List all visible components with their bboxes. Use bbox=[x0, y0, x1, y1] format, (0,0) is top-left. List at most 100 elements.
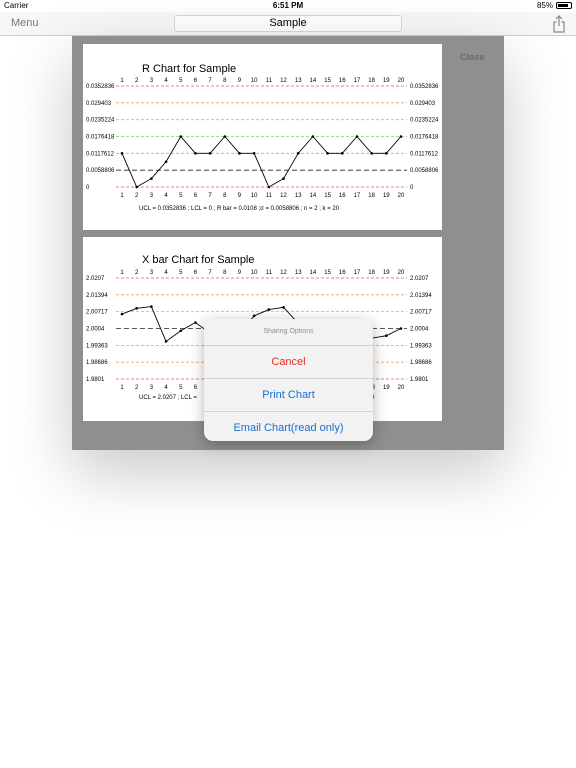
battery-icon bbox=[556, 2, 572, 9]
r-data-point bbox=[340, 152, 344, 155]
sharing-options-header: Sharing Options bbox=[204, 319, 373, 346]
r-top-tick-label: 6 bbox=[194, 78, 198, 84]
xbar-bottom-tick-label: 19 bbox=[383, 385, 390, 391]
close-button[interactable]: Close bbox=[460, 52, 485, 62]
email-chart-button[interactable]: Email Chart(read only) bbox=[204, 412, 373, 441]
xbar-top-tick-label: 1 bbox=[120, 270, 124, 276]
clock: 6:51 PM bbox=[272, 1, 304, 10]
xbar-bottom-tick-label: 5 bbox=[179, 385, 183, 391]
r-top-tick-label: 19 bbox=[383, 78, 390, 84]
xbar-top-tick-label: 18 bbox=[368, 270, 375, 276]
r-data-point bbox=[223, 135, 227, 138]
r-bottom-tick-label: 4 bbox=[164, 193, 168, 199]
xbar-left-axis-label: 2.0004 bbox=[86, 327, 105, 333]
r-left-axis-label: 0.0117612 bbox=[86, 151, 115, 157]
navigation-bar: Menu Sample bbox=[0, 12, 576, 36]
r-chart-footer: UCL = 0.0352836 ; LCL = 0 ; R bar = 0.01… bbox=[139, 206, 340, 212]
r-right-axis-label: 0.0058806 bbox=[410, 168, 439, 174]
battery-percent: 85% bbox=[536, 1, 553, 10]
r-data-point bbox=[311, 135, 315, 138]
r-bottom-tick-label: 19 bbox=[383, 193, 390, 199]
r-top-tick-label: 4 bbox=[164, 78, 168, 84]
r-bottom-tick-label: 12 bbox=[280, 193, 287, 199]
menu-button[interactable]: Menu bbox=[11, 17, 39, 29]
xbar-top-tick-label: 17 bbox=[354, 270, 361, 276]
r-right-axis-label: 0.0352836 bbox=[410, 84, 439, 90]
xbar-data-point bbox=[194, 321, 197, 324]
r-left-axis-label: 0.0352836 bbox=[86, 84, 115, 90]
r-right-axis-label: 0.0117612 bbox=[410, 151, 439, 157]
r-bottom-tick-label: 15 bbox=[324, 193, 331, 199]
print-chart-button[interactable]: Print Chart bbox=[204, 379, 373, 412]
r-top-tick-label: 10 bbox=[251, 78, 258, 84]
status-bar: Carrier 6:51 PM 85% bbox=[0, 0, 576, 12]
xbar-top-tick-label: 16 bbox=[339, 270, 346, 276]
r-data-point bbox=[252, 152, 256, 155]
xbar-left-axis-label: 2.0207 bbox=[86, 276, 105, 282]
xbar-data-point bbox=[252, 314, 256, 318]
xbar-bottom-tick-label: 1 bbox=[120, 385, 124, 391]
r-top-tick-label: 7 bbox=[208, 78, 212, 84]
r-chart-panel: R Chart for Sample 1 1 2 2 3 3 4 4 5 5 6 6 7 7 8 8 9 9 10 10… bbox=[83, 44, 442, 230]
xbar-top-tick-label: 5 bbox=[179, 270, 183, 276]
xbar-top-tick-label: 11 bbox=[266, 270, 273, 276]
r-bottom-tick-label: 11 bbox=[266, 193, 273, 199]
r-top-tick-label: 15 bbox=[324, 78, 331, 84]
xbar-top-tick-label: 19 bbox=[383, 270, 390, 276]
xbar-data-point bbox=[164, 340, 168, 343]
r-left-axis-label: 0.0176418 bbox=[86, 135, 115, 141]
xbar-data-point bbox=[120, 312, 124, 316]
xbar-top-tick-label: 6 bbox=[194, 270, 198, 276]
r-top-tick-label: 2 bbox=[135, 78, 139, 84]
xbar-bottom-tick-label: 6 bbox=[194, 385, 198, 391]
r-top-tick-label: 8 bbox=[223, 78, 227, 84]
r-top-tick-label: 13 bbox=[295, 78, 302, 84]
r-data-point bbox=[355, 135, 359, 138]
r-bottom-tick-label: 20 bbox=[398, 193, 405, 199]
xbar-top-tick-label: 13 bbox=[295, 270, 302, 276]
r-data-line bbox=[121, 135, 402, 188]
xbar-data-point bbox=[267, 308, 271, 311]
xbar-bottom-tick-label: 20 bbox=[398, 385, 405, 391]
r-left-axis-label: 0.0058806 bbox=[86, 168, 115, 174]
r-top-tick-label: 17 bbox=[354, 78, 361, 84]
xbar-right-axis-label: 2.0004 bbox=[410, 327, 429, 333]
r-right-axis-label: 0.0235224 bbox=[410, 118, 439, 124]
r-data-point bbox=[282, 177, 285, 180]
r-right-axis-label: 0.0176418 bbox=[410, 135, 439, 141]
xbar-left-axis-label: 1.99363 bbox=[86, 343, 108, 349]
r-data-point bbox=[208, 152, 212, 155]
xbar-data-point bbox=[399, 327, 403, 330]
r-data-point bbox=[370, 152, 373, 155]
r-bottom-tick-label: 8 bbox=[223, 193, 227, 199]
r-bottom-tick-label: 17 bbox=[354, 193, 361, 199]
xbar-right-axis-label: 1.98686 bbox=[410, 360, 432, 366]
xbar-data-point bbox=[179, 329, 183, 333]
xbar-data-point bbox=[135, 307, 138, 310]
share-icon[interactable] bbox=[552, 15, 566, 33]
xbar-right-axis-label: 2.0207 bbox=[410, 276, 429, 282]
xbar-top-tick-label: 20 bbox=[398, 270, 405, 276]
r-data-point bbox=[164, 160, 168, 164]
r-data-point bbox=[296, 152, 300, 155]
sharing-options-sheet: Sharing Options Cancel Print Chart Email… bbox=[204, 319, 373, 441]
r-data-point bbox=[135, 185, 138, 189]
xbar-left-axis-label: 2.01394 bbox=[86, 293, 108, 299]
xbar-top-tick-label: 15 bbox=[324, 270, 331, 276]
r-data-point bbox=[326, 152, 329, 155]
xbar-top-tick-label: 14 bbox=[310, 270, 317, 276]
xbar-top-tick-label: 9 bbox=[238, 270, 242, 276]
r-top-tick-label: 9 bbox=[238, 78, 242, 84]
r-top-tick-label: 11 bbox=[266, 78, 273, 84]
xbar-right-axis-label: 1.9801 bbox=[410, 377, 429, 383]
xbar-top-tick-label: 2 bbox=[135, 270, 139, 276]
xbar-top-tick-label: 10 bbox=[251, 270, 258, 276]
cancel-button[interactable]: Cancel bbox=[204, 346, 373, 379]
xbar-chart-footer-left: UCL = 2.0207 ; LCL = bbox=[139, 395, 197, 401]
xbar-chart-title: X bar Chart for Sample bbox=[142, 254, 255, 266]
r-bottom-tick-label: 3 bbox=[150, 193, 154, 199]
xbar-top-tick-label: 7 bbox=[208, 270, 212, 276]
r-bottom-tick-label: 10 bbox=[251, 193, 258, 199]
r-bottom-tick-label: 2 bbox=[135, 193, 139, 199]
r-left-axis-label: 0.029403 bbox=[86, 101, 112, 107]
